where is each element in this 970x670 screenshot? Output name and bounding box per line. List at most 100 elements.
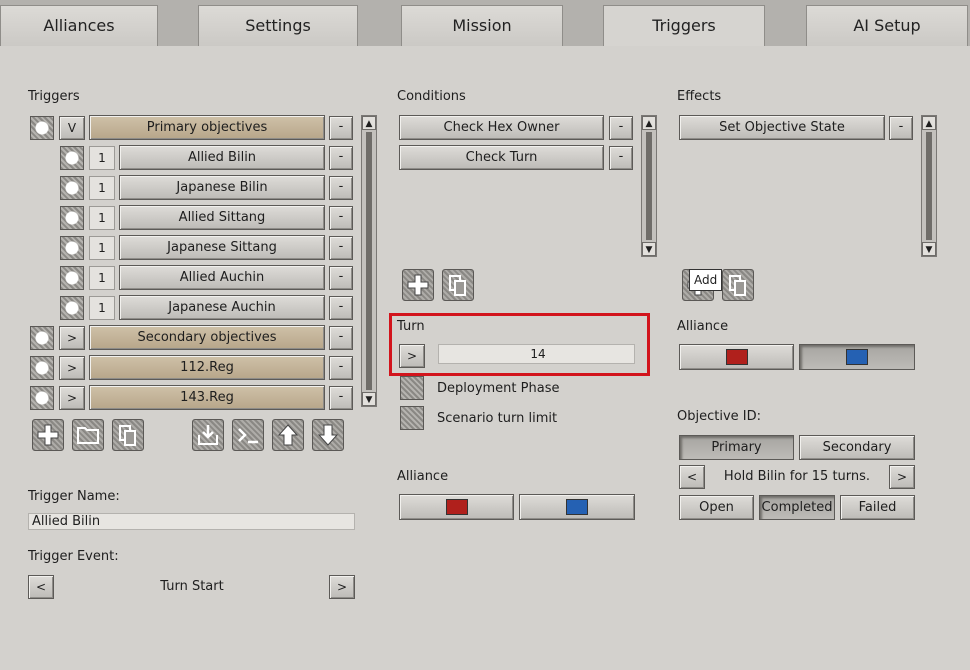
delete-button[interactable]: - bbox=[329, 386, 353, 410]
trigger-group-primary[interactable]: Primary objectives bbox=[89, 115, 325, 140]
trigger-event-value: Turn Start bbox=[160, 579, 224, 594]
tab-alliances[interactable]: Alliances bbox=[0, 5, 158, 46]
arrow-down-icon bbox=[317, 424, 339, 446]
scroll-down-icon[interactable]: ▼ bbox=[922, 242, 936, 256]
expand-toggle[interactable]: > bbox=[59, 326, 85, 350]
trigger-checkbox[interactable] bbox=[30, 356, 54, 380]
scroll-down-icon[interactable]: ▼ bbox=[642, 242, 656, 256]
expand-toggle[interactable]: > bbox=[59, 356, 85, 380]
deployment-phase-checkbox[interactable] bbox=[400, 376, 424, 400]
delete-button[interactable]: - bbox=[329, 206, 353, 230]
triggers-scrollbar[interactable]: ▲ ▼ bbox=[361, 115, 377, 407]
scroll-thumb[interactable] bbox=[366, 132, 372, 390]
objective-next-button[interactable]: > bbox=[889, 465, 915, 489]
copy-effect-button[interactable] bbox=[722, 269, 754, 301]
trigger-checkbox[interactable] bbox=[60, 296, 84, 320]
scroll-down-icon[interactable]: ▼ bbox=[362, 392, 376, 406]
red-swatch bbox=[726, 349, 748, 365]
scroll-up-icon[interactable]: ▲ bbox=[922, 116, 936, 130]
trigger-checkbox[interactable] bbox=[30, 116, 54, 140]
terminal-icon bbox=[238, 428, 258, 444]
trigger-item[interactable]: Allied Bilin bbox=[119, 145, 325, 170]
trigger-item[interactable]: Allied Auchin bbox=[119, 265, 325, 290]
alliance-blue-button[interactable] bbox=[799, 344, 915, 370]
delete-button[interactable]: - bbox=[889, 116, 913, 140]
scroll-up-icon[interactable]: ▲ bbox=[362, 116, 376, 130]
add-folder-button[interactable] bbox=[72, 419, 104, 451]
trigger-item[interactable]: Japanese Bilin bbox=[119, 175, 325, 200]
trigger-count: 1 bbox=[89, 146, 115, 170]
trigger-item[interactable]: Japanese Sittang bbox=[119, 235, 325, 260]
objective-failed-button[interactable]: Failed bbox=[840, 495, 915, 520]
trigger-checkbox[interactable] bbox=[30, 386, 54, 410]
trigger-checkbox[interactable] bbox=[60, 266, 84, 290]
tab-triggers[interactable]: Triggers bbox=[603, 5, 765, 46]
add-tooltip: Add bbox=[689, 269, 723, 291]
tab-ai-setup[interactable]: AI Setup bbox=[806, 5, 968, 46]
expand-toggle[interactable]: > bbox=[59, 386, 85, 410]
objective-prev-button[interactable]: < bbox=[679, 465, 705, 489]
trigger-event-next[interactable]: > bbox=[329, 575, 355, 599]
trigger-name-label: Trigger Name: bbox=[28, 489, 120, 504]
highlight-box bbox=[389, 313, 650, 376]
add-trigger-button[interactable] bbox=[32, 419, 64, 451]
trigger-item[interactable]: Japanese Auchin bbox=[119, 295, 325, 320]
scenario-turn-limit-checkbox[interactable] bbox=[400, 406, 424, 430]
copy-condition-button[interactable] bbox=[442, 269, 474, 301]
copy-trigger-button[interactable] bbox=[112, 419, 144, 451]
trigger-group-112-reg[interactable]: 112.Reg bbox=[89, 355, 325, 380]
delete-button[interactable]: - bbox=[329, 116, 353, 140]
alliance-red-button[interactable] bbox=[679, 344, 794, 370]
objective-secondary-button[interactable]: Secondary bbox=[799, 435, 915, 460]
move-down-button[interactable] bbox=[312, 419, 344, 451]
delete-button[interactable]: - bbox=[329, 236, 353, 260]
trigger-checkbox[interactable] bbox=[60, 176, 84, 200]
condition-item[interactable]: Check Hex Owner bbox=[399, 115, 604, 140]
trigger-count: 1 bbox=[89, 176, 115, 200]
scenario-turn-limit-label: Scenario turn limit bbox=[437, 411, 558, 426]
trigger-group-secondary[interactable]: Secondary objectives bbox=[89, 325, 325, 350]
trigger-checkbox[interactable] bbox=[30, 326, 54, 350]
delete-button[interactable]: - bbox=[609, 116, 633, 140]
folder-icon bbox=[77, 427, 99, 444]
triggers-heading: Triggers bbox=[28, 89, 80, 104]
delete-button[interactable]: - bbox=[329, 326, 353, 350]
copy-icon bbox=[119, 425, 136, 446]
tab-mission[interactable]: Mission bbox=[401, 5, 563, 46]
trigger-count: 1 bbox=[89, 296, 115, 320]
trigger-checkbox[interactable] bbox=[60, 236, 84, 260]
delete-button[interactable]: - bbox=[329, 266, 353, 290]
condition-item[interactable]: Check Turn bbox=[399, 145, 604, 170]
alliance-label: Alliance bbox=[397, 469, 449, 484]
console-button[interactable] bbox=[232, 419, 264, 451]
delete-button[interactable]: - bbox=[329, 146, 353, 170]
add-condition-button[interactable] bbox=[402, 269, 434, 301]
tab-settings[interactable]: Settings bbox=[198, 5, 358, 46]
objective-completed-button[interactable]: Completed bbox=[759, 495, 835, 520]
expand-toggle[interactable]: V bbox=[59, 116, 85, 140]
import-button[interactable] bbox=[192, 419, 224, 451]
alliance-red-button[interactable] bbox=[399, 494, 514, 520]
effect-item[interactable]: Set Objective State bbox=[679, 115, 885, 140]
objective-primary-button[interactable]: Primary bbox=[679, 435, 794, 460]
trigger-group-143-reg[interactable]: 143.Reg bbox=[89, 385, 325, 410]
scroll-thumb[interactable] bbox=[646, 132, 652, 240]
effects-scrollbar[interactable]: ▲ ▼ bbox=[921, 115, 937, 257]
scroll-thumb[interactable] bbox=[926, 132, 932, 240]
trigger-event-prev[interactable]: < bbox=[28, 575, 54, 599]
trigger-checkbox[interactable] bbox=[60, 206, 84, 230]
delete-button[interactable]: - bbox=[329, 356, 353, 380]
conditions-scrollbar[interactable]: ▲ ▼ bbox=[641, 115, 657, 257]
delete-button[interactable]: - bbox=[329, 296, 353, 320]
move-up-button[interactable] bbox=[272, 419, 304, 451]
trigger-name-input[interactable]: Allied Bilin bbox=[28, 513, 355, 530]
trigger-item[interactable]: Allied Sittang bbox=[119, 205, 325, 230]
blue-swatch bbox=[846, 349, 868, 365]
scroll-up-icon[interactable]: ▲ bbox=[642, 116, 656, 130]
delete-button[interactable]: - bbox=[329, 176, 353, 200]
alliance-blue-button[interactable] bbox=[519, 494, 635, 520]
plus-icon bbox=[37, 424, 59, 446]
delete-button[interactable]: - bbox=[609, 146, 633, 170]
objective-open-button[interactable]: Open bbox=[679, 495, 754, 520]
trigger-checkbox[interactable] bbox=[60, 146, 84, 170]
